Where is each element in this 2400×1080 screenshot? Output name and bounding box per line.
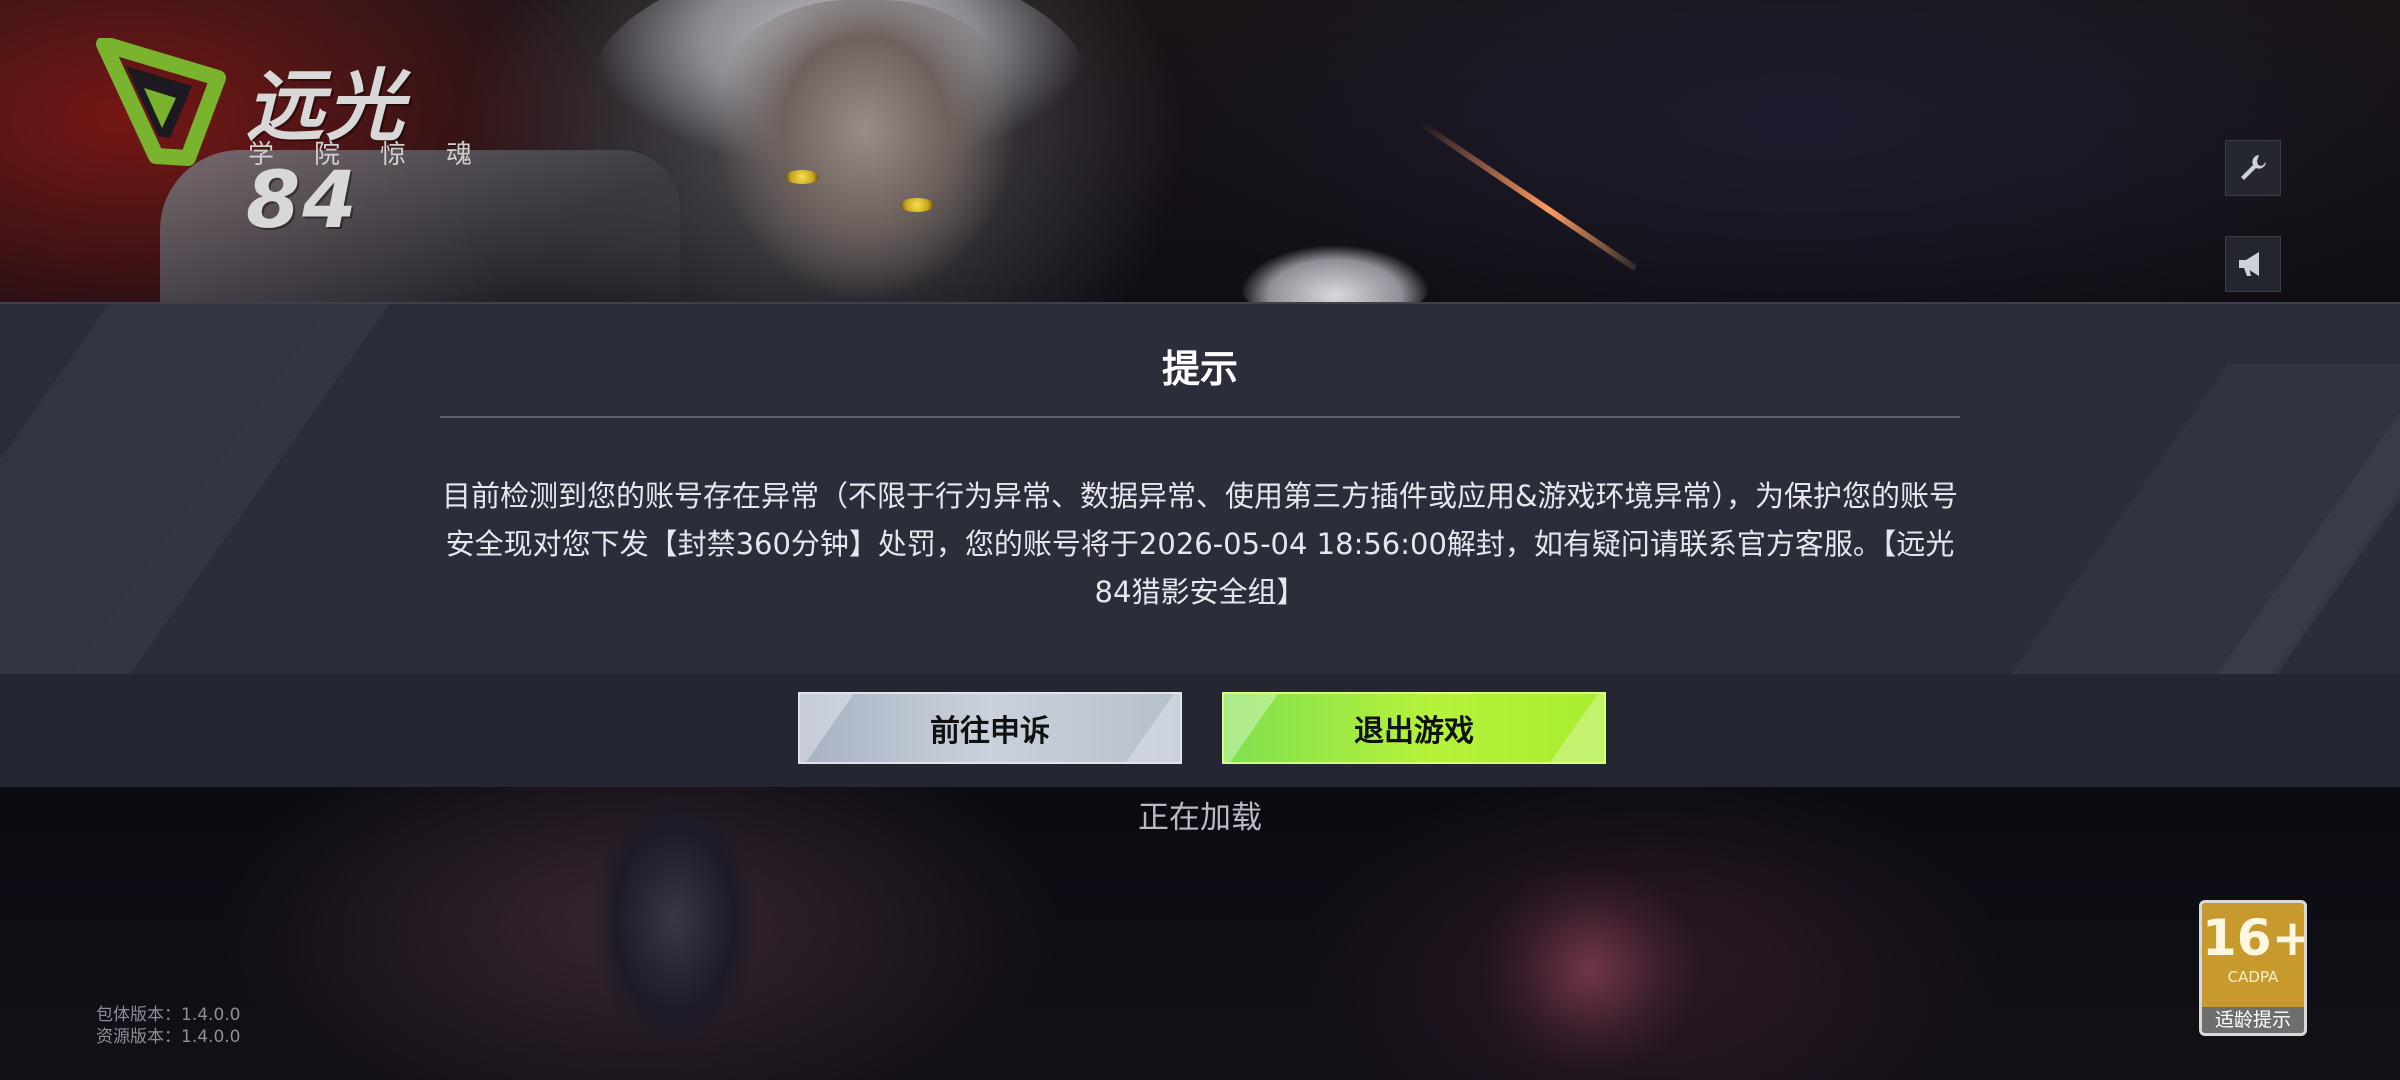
logo-subtitle: 学院惊魂 [248, 140, 513, 170]
tools-button[interactable] [2225, 140, 2281, 196]
announcement-button[interactable] [2225, 236, 2281, 292]
ban-notice-dialog: 提示 目前检测到您的账号存在异常（不限于行为异常、数据异常、使用第三方插件或应用… [0, 302, 2400, 787]
megaphone-icon [2239, 252, 2259, 276]
age-rating-org: CADPA [2227, 968, 2279, 986]
dialog-message: 目前检测到您的账号存在异常（不限于行为异常、数据异常、使用第三方插件或应用&游戏… [441, 479, 1959, 609]
exit-game-button[interactable]: 退出游戏 [1222, 692, 1606, 764]
dialog-divider [440, 416, 1960, 418]
game-logo: 远光84 学院惊魂 [96, 38, 516, 246]
hero-eye-right [900, 198, 934, 212]
dialog-button-bar [0, 674, 2400, 787]
age-rating-badge[interactable]: 16+ CADPA 适龄提示 [2199, 900, 2307, 1036]
appeal-button-label: 前往申诉 [930, 714, 1050, 749]
appeal-button[interactable]: 前往申诉 [798, 692, 1182, 764]
age-rating-label: 适龄提示 [2202, 1007, 2304, 1033]
wrench-icon [2241, 155, 2266, 180]
loading-status: 正在加载 [1138, 800, 1262, 836]
firework-effect [1470, 870, 1710, 1070]
logo-mark-icon [96, 38, 226, 166]
exit-game-button-label: 退出游戏 [1354, 714, 1474, 749]
hero-face [700, 0, 1030, 300]
age-rating-value: 16+ [2202, 909, 2307, 967]
hero-eye-left [785, 170, 819, 184]
dialog-title: 提示 [1161, 347, 1238, 391]
resource-version: 资源版本：1.4.0.0 [96, 1027, 241, 1047]
